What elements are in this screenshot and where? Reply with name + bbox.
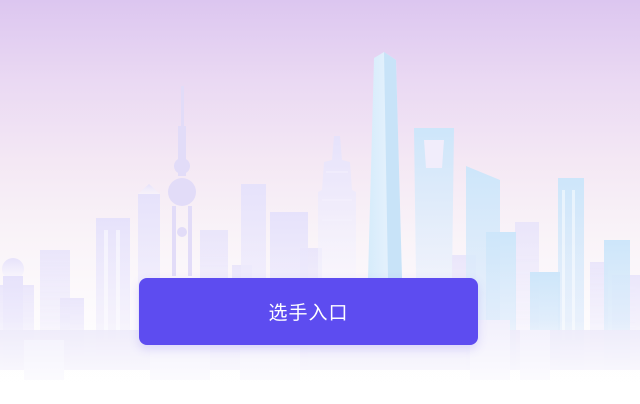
login-screen: 选手入口 xyxy=(0,0,640,404)
player-entry-button[interactable]: 选手入口 xyxy=(139,278,478,345)
tv-tower xyxy=(168,86,196,276)
bottle-opener-tower xyxy=(414,128,454,278)
pagoda-tower xyxy=(318,136,356,278)
twisted-tower xyxy=(368,52,402,278)
